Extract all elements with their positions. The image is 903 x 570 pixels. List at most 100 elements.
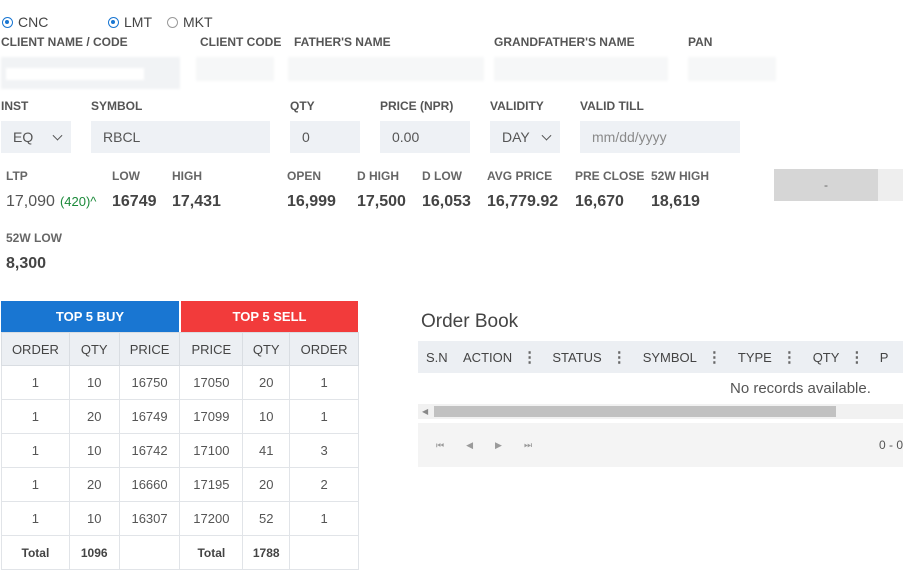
symbol-value: RBCL bbox=[103, 129, 141, 145]
column-type-label: TYPE bbox=[737, 349, 772, 365]
price-input[interactable]: 0.00 bbox=[380, 121, 470, 153]
column-qty-label: QTY bbox=[812, 349, 840, 365]
high-value: 17,431 bbox=[172, 193, 221, 210]
qty-value: 0 bbox=[302, 129, 310, 145]
pre-close-value: 16,670 bbox=[575, 193, 624, 210]
table-row: 1 20 16749 17099 10 1 bbox=[1, 399, 359, 434]
chevron-down-icon bbox=[541, 130, 552, 141]
validity-select[interactable]: DAY bbox=[490, 121, 560, 153]
validity-label: VALIDITY bbox=[490, 99, 544, 113]
radio-cnc[interactable]: CNC bbox=[2, 14, 48, 30]
radio-mkt-label: MKT bbox=[183, 14, 213, 30]
client-code-label: CLIENT CODE bbox=[200, 35, 282, 49]
col-order: ORDER bbox=[1, 332, 70, 366]
column-menu-icon[interactable]: ⋮ bbox=[782, 348, 797, 366]
column-price-label: P bbox=[879, 349, 889, 365]
sell-price[interactable]: 17200 bbox=[179, 501, 244, 536]
order-book-title: Order Book bbox=[421, 311, 519, 332]
buy-price[interactable]: 16660 bbox=[118, 467, 181, 502]
table-row: 1 20 16660 17195 20 2 bbox=[1, 467, 359, 502]
dlow-value: 16,053 bbox=[422, 193, 471, 210]
table-row: 1 10 16742 17100 41 3 bbox=[1, 433, 359, 468]
sell-price[interactable]: 17100 bbox=[179, 433, 244, 468]
table-row: 1 10 16307 17200 52 1 bbox=[1, 501, 359, 536]
52w-high-value: 18,619 bbox=[651, 193, 700, 210]
scroll-left-arrow-icon[interactable]: ◀ bbox=[422, 407, 428, 416]
radio-indicator bbox=[167, 16, 178, 28]
buy-price[interactable]: 16749 bbox=[118, 399, 181, 434]
radio-indicator bbox=[2, 16, 13, 28]
column-menu-icon[interactable]: ⋮ bbox=[612, 348, 627, 366]
inst-value: EQ bbox=[13, 129, 34, 145]
col-price: PRICE bbox=[118, 332, 181, 366]
column-price[interactable]: P bbox=[874, 350, 903, 365]
top5-buy-header[interactable]: TOP 5 BUY bbox=[1, 301, 179, 332]
horizontal-scrollbar[interactable]: ◀ bbox=[418, 404, 903, 419]
col-qty: QTY bbox=[68, 332, 120, 366]
first-page-icon[interactable]: ⏮ bbox=[436, 440, 444, 451]
col-qty: QTY bbox=[242, 332, 291, 366]
column-type[interactable]: TYPE ⋮ bbox=[732, 348, 807, 366]
inst-select[interactable]: EQ bbox=[1, 121, 71, 153]
column-sn[interactable]: S.N bbox=[418, 350, 457, 365]
pan-redacted bbox=[688, 57, 776, 81]
pager-info: 0 - 0 bbox=[878, 438, 903, 452]
sell-order: 3 bbox=[289, 433, 359, 468]
buy-total-label: Total bbox=[1, 535, 70, 570]
buy-order: 1 bbox=[1, 365, 70, 400]
radio-lmt-label: LMT bbox=[124, 14, 152, 30]
column-menu-icon[interactable]: ⋮ bbox=[707, 348, 722, 366]
radio-lmt[interactable]: LMT bbox=[108, 14, 152, 30]
buy-qty: 20 bbox=[68, 467, 120, 502]
valid-till-date-input[interactable]: mm/dd/yyyy bbox=[580, 121, 740, 153]
client-code-redacted bbox=[196, 57, 274, 81]
column-symbol[interactable]: SYMBOL ⋮ bbox=[637, 348, 732, 366]
last-page-icon[interactable]: ⏭ bbox=[524, 440, 532, 451]
sell-qty: 20 bbox=[242, 365, 291, 400]
dlow-label: D LOW bbox=[422, 169, 462, 183]
radio-mkt[interactable]: MKT bbox=[167, 14, 213, 30]
top5-sell-header[interactable]: TOP 5 SELL bbox=[181, 301, 358, 332]
buy-price[interactable]: 16750 bbox=[118, 365, 181, 400]
column-menu-icon[interactable]: ⋮ bbox=[849, 348, 864, 366]
52w-low-label: 52W LOW bbox=[6, 231, 62, 245]
sell-price[interactable]: 17050 bbox=[179, 365, 244, 400]
sell-total-blank bbox=[289, 535, 359, 570]
col-order: ORDER bbox=[289, 332, 359, 366]
sell-total-label: Total bbox=[179, 535, 244, 570]
avg-price-label: AVG PRICE bbox=[487, 169, 553, 183]
column-menu-icon[interactable]: ⋮ bbox=[522, 348, 537, 366]
buy-price[interactable]: 16307 bbox=[118, 501, 181, 536]
sell-price[interactable]: 17195 bbox=[179, 467, 244, 502]
secondary-button[interactable] bbox=[878, 169, 903, 201]
buy-qty: 20 bbox=[68, 399, 120, 434]
pager: ⏮ ◀ ▶ ⏭ 0 - 0 bbox=[418, 423, 903, 467]
valid-till-label: VALID TILL bbox=[580, 99, 644, 113]
radio-indicator bbox=[108, 16, 119, 28]
sell-order: 1 bbox=[289, 501, 359, 536]
avg-price-value: 16,779.92 bbox=[487, 193, 559, 210]
symbol-label: SYMBOL bbox=[91, 99, 143, 113]
symbol-input[interactable]: RBCL bbox=[91, 121, 270, 153]
buy-price[interactable]: 16742 bbox=[118, 433, 181, 468]
depth-header-row: ORDER QTY PRICE PRICE QTY ORDER bbox=[1, 332, 359, 366]
grandfathers-name-label: GRANDFATHER'S NAME bbox=[494, 35, 635, 49]
prev-page-icon[interactable]: ◀ bbox=[466, 440, 473, 451]
no-records-message: No records available. bbox=[730, 380, 871, 397]
buy-order: 1 bbox=[1, 433, 70, 468]
column-qty[interactable]: QTY ⋮ bbox=[807, 348, 874, 366]
client-name-field-redacted[interactable] bbox=[1, 57, 180, 89]
column-action[interactable]: ACTION ⋮ bbox=[457, 348, 546, 366]
qty-input[interactable]: 0 bbox=[290, 121, 360, 153]
buy-total-blank bbox=[118, 535, 181, 570]
price-label: PRICE (NPR) bbox=[380, 99, 454, 113]
dhigh-value: 17,500 bbox=[357, 193, 406, 210]
column-status[interactable]: STATUS ⋮ bbox=[546, 348, 636, 366]
sell-price[interactable]: 17099 bbox=[179, 399, 244, 434]
low-label: LOW bbox=[112, 169, 140, 183]
scrollbar-thumb[interactable] bbox=[434, 406, 836, 417]
buy-qty: 10 bbox=[68, 433, 120, 468]
next-page-icon[interactable]: ▶ bbox=[495, 440, 502, 451]
action-button[interactable]: - bbox=[774, 169, 878, 201]
buy-total-qty: 1096 bbox=[68, 535, 120, 570]
